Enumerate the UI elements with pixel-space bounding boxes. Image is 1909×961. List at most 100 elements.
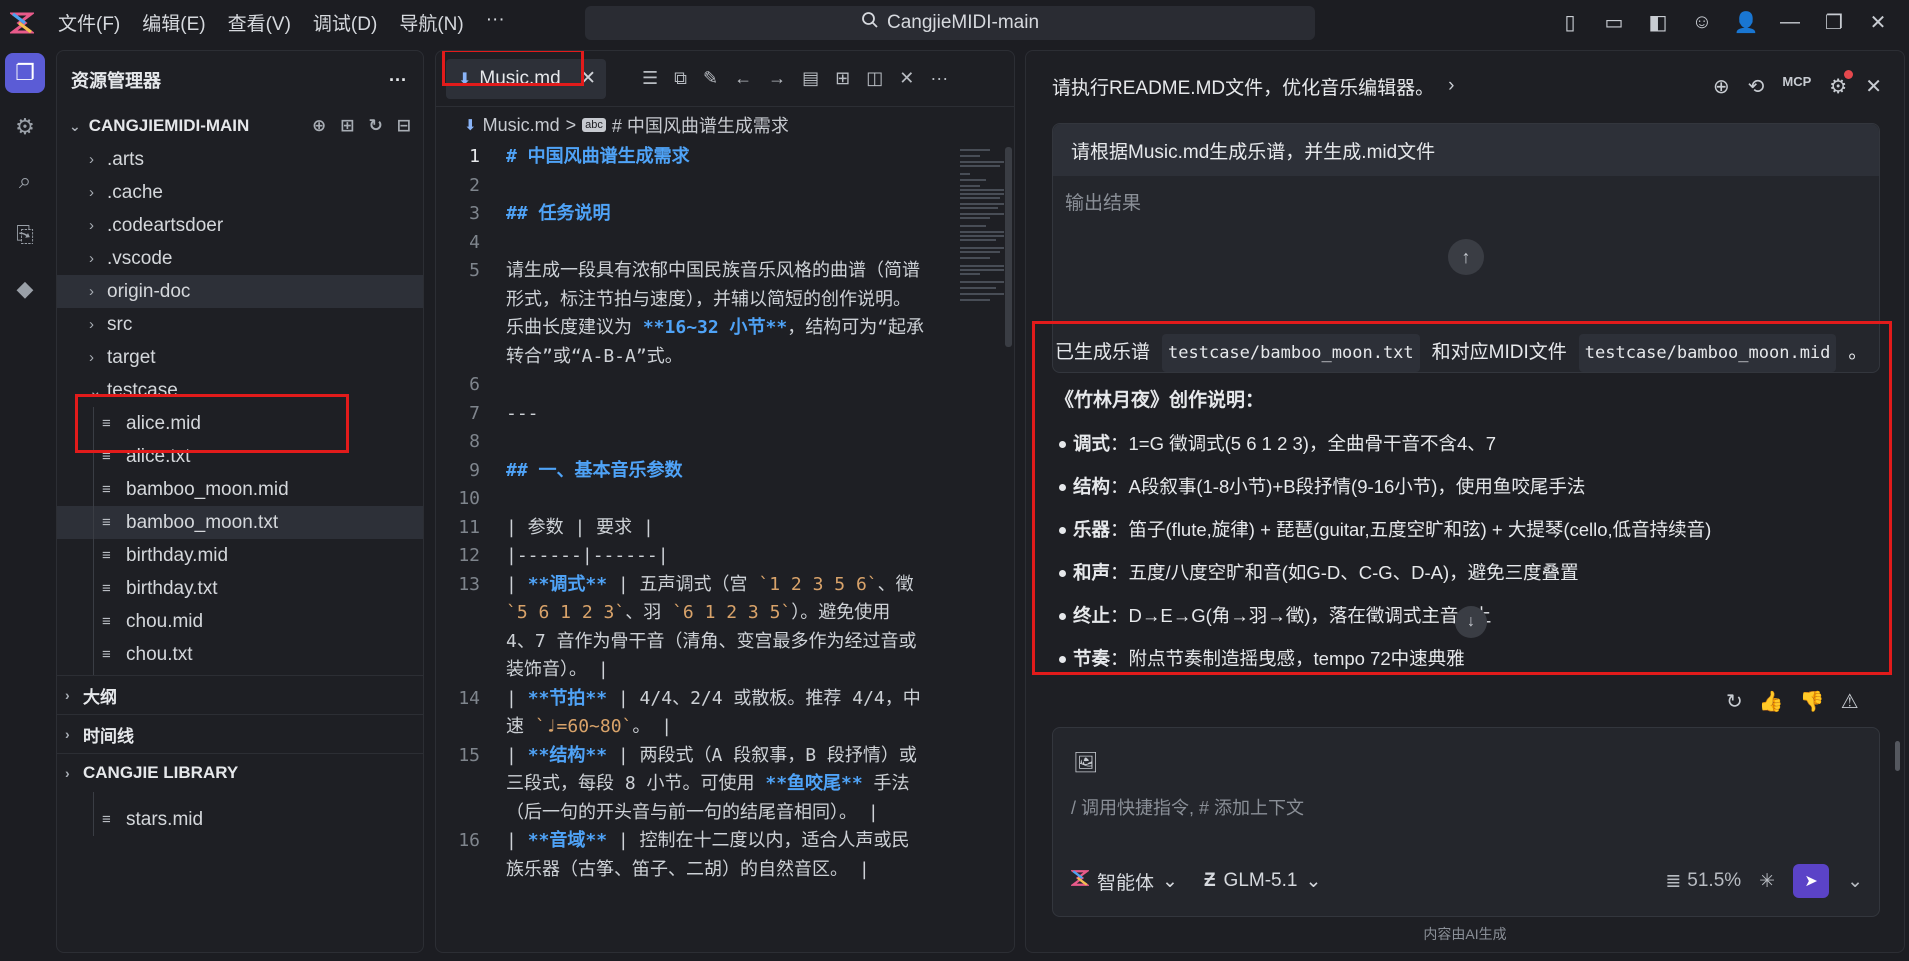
code-line[interactable]: 11 | 参数 | 要求 | <box>436 514 1014 543</box>
model-selector[interactable]: Ƶ GLM-5.1 ⌄ <box>1204 870 1321 893</box>
mcp-icon[interactable]: MCP <box>1782 74 1811 99</box>
search-view-icon[interactable]: ⌕ <box>5 161 45 201</box>
menu-debug[interactable]: 调试(D) <box>313 9 377 36</box>
close-editor-icon[interactable]: ✕ <box>899 68 914 89</box>
toggle-sidebar-icon[interactable]: ▯ <box>1557 10 1583 35</box>
tree-file-label: bamboo_moon.txt <box>126 511 279 533</box>
chat-scrollbar[interactable] <box>1895 741 1900 771</box>
code-line[interactable]: 14 | **节拍** | 4/4、2/4 或散板。推荐 4/4，中速 `♩=60… <box>436 685 1014 742</box>
smiley-icon[interactable]: ☺ <box>1689 11 1715 34</box>
outline-icon[interactable]: ☰ <box>642 68 658 89</box>
minimize-icon[interactable]: — <box>1777 11 1803 34</box>
new-folder-icon[interactable]: ⊞ <box>340 116 354 136</box>
tree-file[interactable]: ≡ chou.txt <box>57 638 423 671</box>
close-window-icon[interactable]: ✕ <box>1865 10 1891 35</box>
tree-file[interactable]: ≡ bamboo_moon.txt <box>57 506 423 539</box>
file-path-mid[interactable]: testcase/bamboo_moon.mid <box>1578 334 1837 372</box>
tree-folder[interactable]: › .arts <box>57 143 423 176</box>
tree-folder[interactable]: › .codeartsdoer <box>57 209 423 242</box>
code-line[interactable]: 10 <box>436 485 1014 514</box>
command-search-box[interactable]: CangjieMIDI-main <box>585 6 1315 40</box>
menu-file[interactable]: 文件(F) <box>58 9 120 36</box>
tree-file[interactable]: ≡ stars.mid <box>57 803 423 836</box>
preview-icon[interactable]: ⧉ <box>674 68 687 89</box>
tree-folder[interactable]: › .vscode <box>57 242 423 275</box>
regenerate-icon[interactable]: ↻ <box>1726 689 1743 714</box>
history-icon[interactable]: ⟲ <box>1748 74 1765 99</box>
code-line[interactable]: 1 # 中国风曲谱生成需求 <box>436 143 1014 172</box>
send-button[interactable]: ➤ <box>1793 864 1830 898</box>
tree-folder[interactable]: › src <box>57 308 423 341</box>
tree-file[interactable]: ≡ chou.mid <box>57 605 423 638</box>
source-control-icon[interactable]: ⎘ <box>5 215 45 255</box>
tree-file[interactable]: ≡ birthday.mid <box>57 539 423 572</box>
close-chat-icon[interactable]: ✕ <box>1865 74 1882 99</box>
split-editor-icon[interactable]: ◫ <box>866 68 883 89</box>
tree-file[interactable]: ≡ birthday.txt <box>57 572 423 605</box>
image-attach-icon[interactable]: 🖼 <box>1073 750 1098 775</box>
menu-view[interactable]: 查看(V) <box>228 9 291 36</box>
restore-icon[interactable]: ❐ <box>1821 10 1847 35</box>
new-file-icon[interactable]: ⊕ <box>312 116 326 136</box>
menu-more[interactable]: ··· <box>486 9 505 36</box>
tree-file[interactable]: ≡ bamboo_moon.mid <box>57 473 423 506</box>
code-line[interactable]: 5 请生成一段具有浓郁中国民族音乐风格的曲谱（简谱形式，标注节拍与速度），并辅以简… <box>436 257 1014 371</box>
code-area[interactable]: 1 # 中国风曲谱生成需求 2 3 ## 任务说明 4 5 请生成一段具有浓郁中国民族音乐… <box>436 143 1014 884</box>
toggle-panel-icon[interactable]: ▭ <box>1601 10 1627 35</box>
code-line[interactable]: 16 | **音域** | 控制在十二度以内，适合人声或民族乐器（古筝、笛子、二胡… <box>436 827 1014 884</box>
table-icon[interactable]: ⊞ <box>835 68 850 89</box>
section-outline[interactable]: › 大纲 <box>57 675 423 714</box>
menu-navigate[interactable]: 导航(N) <box>399 9 463 36</box>
toggle-secondary-sidebar-icon[interactable]: ◧ <box>1645 10 1671 35</box>
code-line[interactable]: 7 --- <box>436 400 1014 429</box>
chat-session-title[interactable]: 请执行README.MD文件，优化音乐编辑器。 <box>1052 73 1434 100</box>
workspace-root[interactable]: ⌄ CANGJIEMIDI-MAIN ⊕ ⊞ ↻ ⊟ <box>57 109 423 143</box>
explorer-more-icon[interactable]: ··· <box>389 70 407 91</box>
chevron-down-icon[interactable]: ⌄ <box>1847 870 1863 893</box>
code-line[interactable]: 6 <box>436 371 1014 400</box>
sparkle-icon[interactable]: ✳ <box>1759 870 1775 893</box>
new-chat-icon[interactable]: ⊕ <box>1713 74 1730 99</box>
tree-folder[interactable]: › target <box>57 341 423 374</box>
chat-input-placeholder[interactable]: / 调用快捷指令, # 添加上下文 <box>1071 794 1304 820</box>
refresh-icon[interactable]: ↻ <box>369 116 383 136</box>
menu-edit[interactable]: 编辑(E) <box>142 9 205 36</box>
code-line[interactable]: 3 ## 任务说明 <box>436 200 1014 229</box>
section-cangjie-library[interactable]: › CANGJIE LIBRARY <box>57 753 423 792</box>
chevron-right-icon[interactable]: › <box>1448 75 1454 97</box>
thumbs-down-icon[interactable]: 👎 <box>1800 689 1825 714</box>
edit-icon[interactable]: ✎ <box>703 68 718 89</box>
account-icon[interactable]: 👤 <box>1733 10 1759 35</box>
code-line[interactable]: 13 | **调式** | 五声调式（宫 `1 2 3 5 6`、徵 `5 6 1… <box>436 571 1014 685</box>
warning-icon[interactable]: ⚠ <box>1841 689 1859 714</box>
thumbs-up-icon[interactable]: 👍 <box>1759 689 1784 714</box>
collapse-all-icon[interactable]: ⊟ <box>397 116 411 136</box>
list-icon[interactable]: ▤ <box>802 68 819 89</box>
breadcrumb-symbol[interactable]: # 中国风曲谱生成需求 <box>612 112 789 138</box>
agent-selector[interactable]: 智能体 ⌄ <box>1069 868 1178 895</box>
chat-input-box[interactable]: 🖼 / 调用快捷指令, # 添加上下文 智能体 ⌄ Ƶ GLM-5.1 ⌄ ≣ 5… <box>1052 727 1880 917</box>
code-line[interactable]: 9 ## 一、基本音乐参数 <box>436 457 1014 486</box>
code-line[interactable]: 4 <box>436 229 1014 258</box>
arrow-up-icon[interactable]: ↑ <box>1448 239 1484 275</box>
breadcrumb-file[interactable]: Music.md <box>483 115 560 136</box>
editor-scrollbar[interactable] <box>1005 147 1012 347</box>
context-usage[interactable]: ≣ 51.5% <box>1665 870 1741 893</box>
code-line[interactable]: 15 | **结构** | 两段式（A 段叙事，B 段抒情）或三段式，每段 8 小… <box>436 742 1014 828</box>
extensions-icon[interactable]: ⚙ <box>5 107 45 147</box>
settings-icon[interactable]: ⚙ <box>1829 69 1854 99</box>
tree-folder[interactable]: › .cache <box>57 176 423 209</box>
code-line[interactable]: 8 <box>436 428 1014 457</box>
explorer-icon[interactable]: ❐ <box>5 53 45 93</box>
section-timeline[interactable]: › 时间线 <box>57 714 423 753</box>
editor-more-icon[interactable]: ··· <box>930 68 948 89</box>
git-icon[interactable]: ◆ <box>5 269 45 309</box>
code-line[interactable]: 12 |------|------| <box>436 542 1014 571</box>
arrow-down-icon[interactable]: ↓ <box>1455 606 1487 638</box>
file-path-txt[interactable]: testcase/bamboo_moon.txt <box>1162 334 1420 372</box>
back-icon[interactable]: ← <box>734 68 752 89</box>
forward-icon[interactable]: → <box>768 68 786 89</box>
tree-folder[interactable]: › origin-doc <box>57 275 423 308</box>
code-line[interactable]: 2 <box>436 172 1014 201</box>
minimap[interactable] <box>958 147 1008 347</box>
